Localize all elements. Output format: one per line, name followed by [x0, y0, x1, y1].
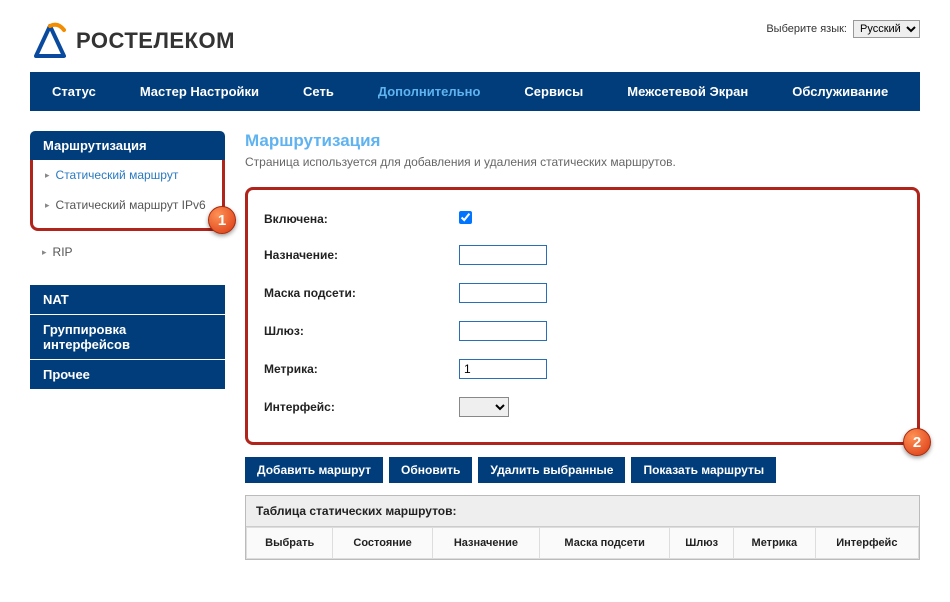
language-selector: Выберите язык: Русский: [766, 20, 920, 38]
nav-services[interactable]: Сервисы: [502, 72, 605, 111]
nav-status[interactable]: Статус: [30, 72, 118, 111]
routes-table: Выбрать Состояние Назначение Маска подсе…: [246, 527, 919, 559]
col-mask: Маска подсети: [540, 528, 670, 559]
col-select: Выбрать: [247, 528, 333, 559]
sidebar-item-rip[interactable]: ▸ RIP: [30, 237, 225, 267]
checkbox-enabled[interactable]: [459, 211, 472, 224]
annotation-marker-1: 1: [208, 206, 236, 234]
main-nav: Статус Мастер Настройки Сеть Дополнитель…: [30, 72, 920, 111]
routes-table-box: Таблица статических маршрутов: Выбрать С…: [245, 495, 920, 560]
col-metric: Метрика: [734, 528, 816, 559]
nav-firewall[interactable]: Межсетевой Экран: [605, 72, 770, 111]
update-button[interactable]: Обновить: [389, 457, 472, 483]
nav-advanced[interactable]: Дополнительно: [356, 72, 503, 111]
button-row: Добавить маршрут Обновить Удалить выбран…: [245, 457, 920, 483]
arrow-icon: ▸: [45, 200, 50, 211]
language-select[interactable]: Русский: [853, 20, 920, 38]
language-label: Выберите язык:: [766, 23, 847, 35]
sidebar-item-static-route[interactable]: ▸ Статический маршрут: [33, 160, 222, 190]
sidebar-item-label: Статический маршрут: [56, 168, 179, 182]
sidebar-head-nat[interactable]: NAT: [30, 285, 225, 314]
input-destination[interactable]: [459, 245, 547, 265]
label-destination: Назначение:: [264, 248, 459, 262]
page-title: Маршрутизация: [245, 131, 920, 151]
label-gateway: Шлюз:: [264, 324, 459, 338]
label-interface: Интерфейс:: [264, 400, 459, 414]
sidebar-item-static-route-ipv6[interactable]: ▸ Статический маршрут IPv6: [33, 190, 222, 220]
annotation-marker-2: 2: [903, 428, 931, 456]
input-gateway[interactable]: [459, 321, 547, 341]
brand-logo: РОСТЕЛЕКОМ: [30, 20, 235, 62]
col-gw: Шлюз: [670, 528, 734, 559]
sidebar-item-label: Статический маршрут IPv6: [56, 198, 206, 212]
nav-wizard[interactable]: Мастер Настройки: [118, 72, 281, 111]
main-content: Маршрутизация Страница используется для …: [245, 131, 920, 560]
label-metric: Метрика:: [264, 362, 459, 376]
show-routes-button[interactable]: Показать маршруты: [631, 457, 776, 483]
col-dest: Назначение: [432, 528, 539, 559]
label-netmask: Маска подсети:: [264, 286, 459, 300]
col-iface: Интерфейс: [815, 528, 918, 559]
input-metric[interactable]: [459, 359, 547, 379]
rostelecom-icon: [30, 20, 70, 62]
sidebar-head-if-group[interactable]: Группировка интерфейсов: [30, 315, 225, 359]
route-form: Включена: Назначение: Маска подсети: Шлю…: [245, 187, 920, 445]
nav-network[interactable]: Сеть: [281, 72, 356, 111]
nav-maintenance[interactable]: Обслуживание: [770, 72, 910, 111]
col-state: Состояние: [333, 528, 432, 559]
sidebar: Маршрутизация ▸ Статический маршрут ▸ Ст…: [30, 131, 225, 560]
input-netmask[interactable]: [459, 283, 547, 303]
sidebar-item-label: RIP: [53, 245, 73, 259]
sidebar-head-routing: Маршрутизация: [30, 131, 225, 160]
label-enabled: Включена:: [264, 212, 459, 226]
brand-name: РОСТЕЛЕКОМ: [76, 28, 235, 54]
select-interface[interactable]: [459, 397, 509, 417]
arrow-icon: ▸: [42, 247, 47, 258]
routes-table-title: Таблица статических маршрутов:: [246, 496, 919, 527]
page-subtitle: Страница используется для добавления и у…: [245, 155, 920, 169]
sidebar-head-other[interactable]: Прочее: [30, 360, 225, 389]
delete-selected-button[interactable]: Удалить выбранные: [478, 457, 625, 483]
arrow-icon: ▸: [45, 170, 50, 181]
add-route-button[interactable]: Добавить маршрут: [245, 457, 383, 483]
